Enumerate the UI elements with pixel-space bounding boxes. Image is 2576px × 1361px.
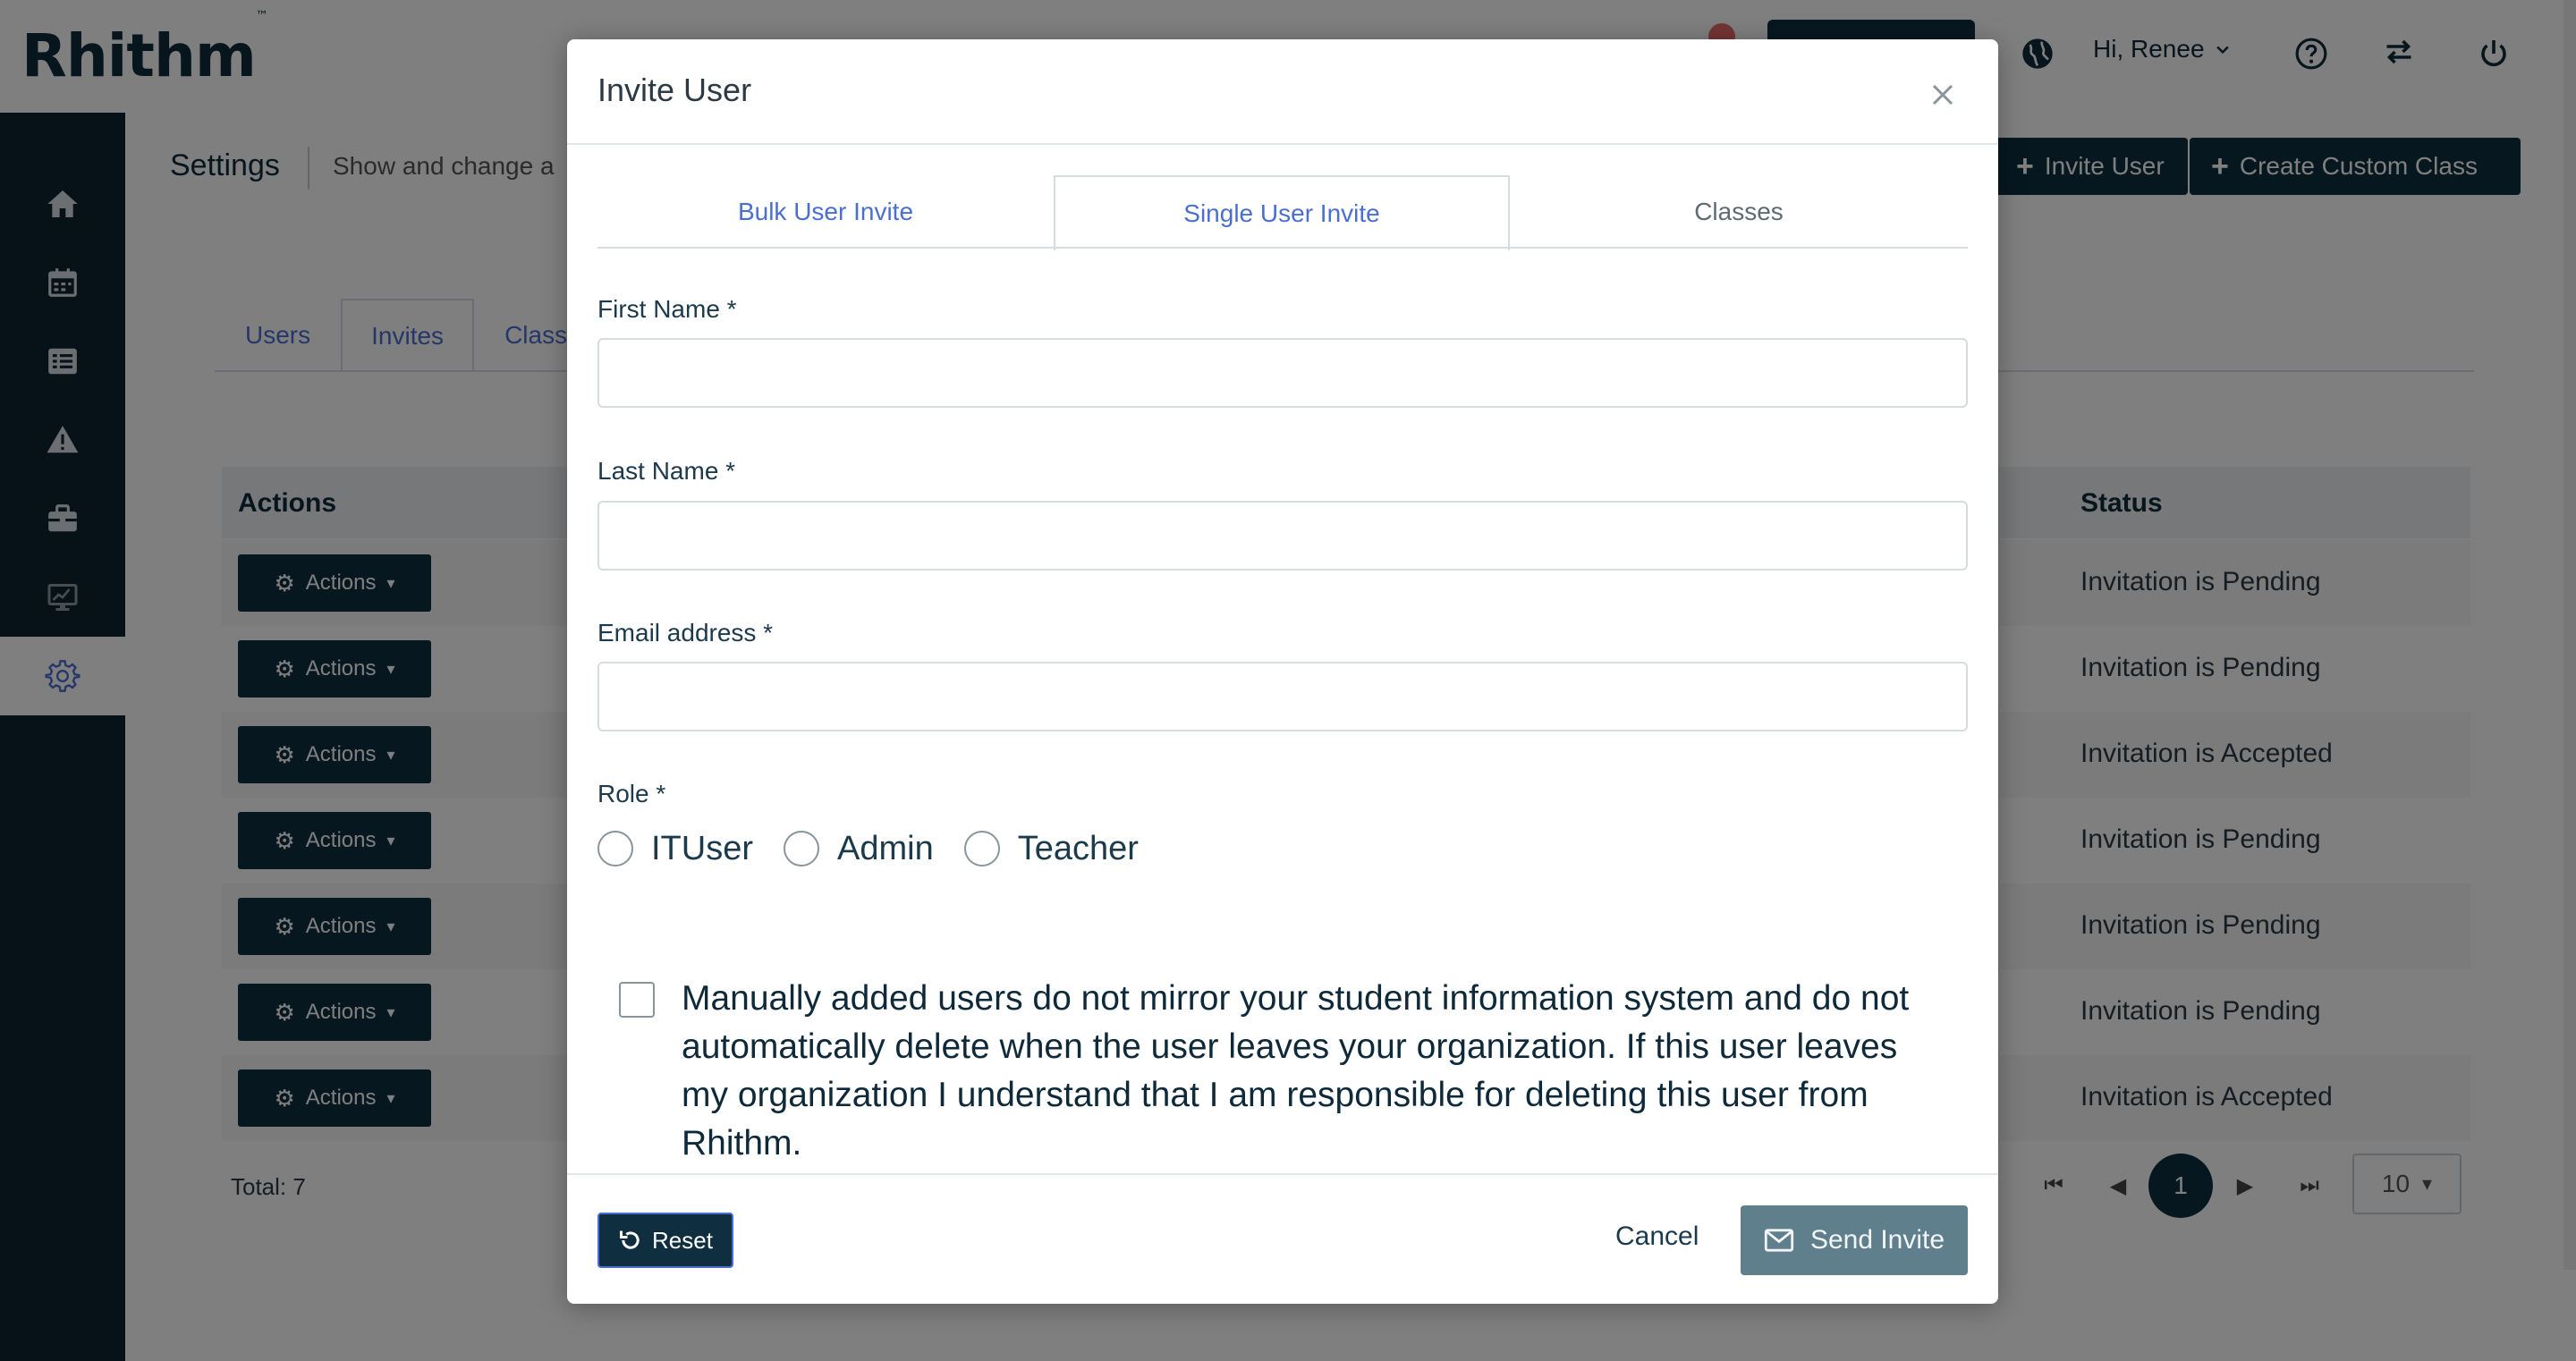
invite-user-modal: Invite User Bulk User Invite Single User… [567,39,1998,1304]
tab-classes[interactable]: Classes [1510,175,1968,249]
acknowledgement-row: Manually added users do not mirror your … [619,975,1943,1168]
role-option-admin[interactable]: Admin [784,830,934,868]
modal-title: Invite User [597,72,752,108]
envelope-icon [1764,1229,1794,1252]
invite-tabs: Bulk User Invite Single User Invite Clas… [597,175,1968,250]
radio-button[interactable] [784,831,819,866]
last-name-input[interactable] [597,501,1968,571]
radio-button[interactable] [963,831,1000,866]
radio-button[interactable] [597,831,633,866]
role-label: Role * [597,780,666,807]
cancel-button[interactable]: Cancel [1615,1222,1699,1252]
modal-header: Invite User [567,39,1998,145]
role-option-teacher[interactable]: Teacher [963,830,1139,868]
tab-bulk-user-invite[interactable]: Bulk User Invite [597,175,1054,249]
send-invite-button[interactable]: Send Invite [1741,1205,1968,1275]
close-icon[interactable] [1925,77,1961,113]
acknowledgement-checkbox[interactable] [619,982,655,1018]
modal-footer: Reset Cancel Send Invite [567,1173,1998,1304]
role-option-ituser[interactable]: ITUser [597,830,753,868]
tab-single-user-invite[interactable]: Single User Invite [1054,175,1510,250]
reset-button[interactable]: Reset [597,1213,733,1268]
undo-icon [620,1230,640,1249]
acknowledgement-text: Manually added users do not mirror your … [682,979,1910,1162]
tabs-divider [597,247,1968,249]
last-name-label: Last Name * [597,457,736,485]
role-radio-group: ITUser Admin Teacher [597,826,1169,871]
email-label: Email address * [597,619,774,647]
first-name-input[interactable] [597,338,1968,408]
email-input[interactable] [597,662,1968,731]
first-name-label: First Name * [597,295,737,323]
